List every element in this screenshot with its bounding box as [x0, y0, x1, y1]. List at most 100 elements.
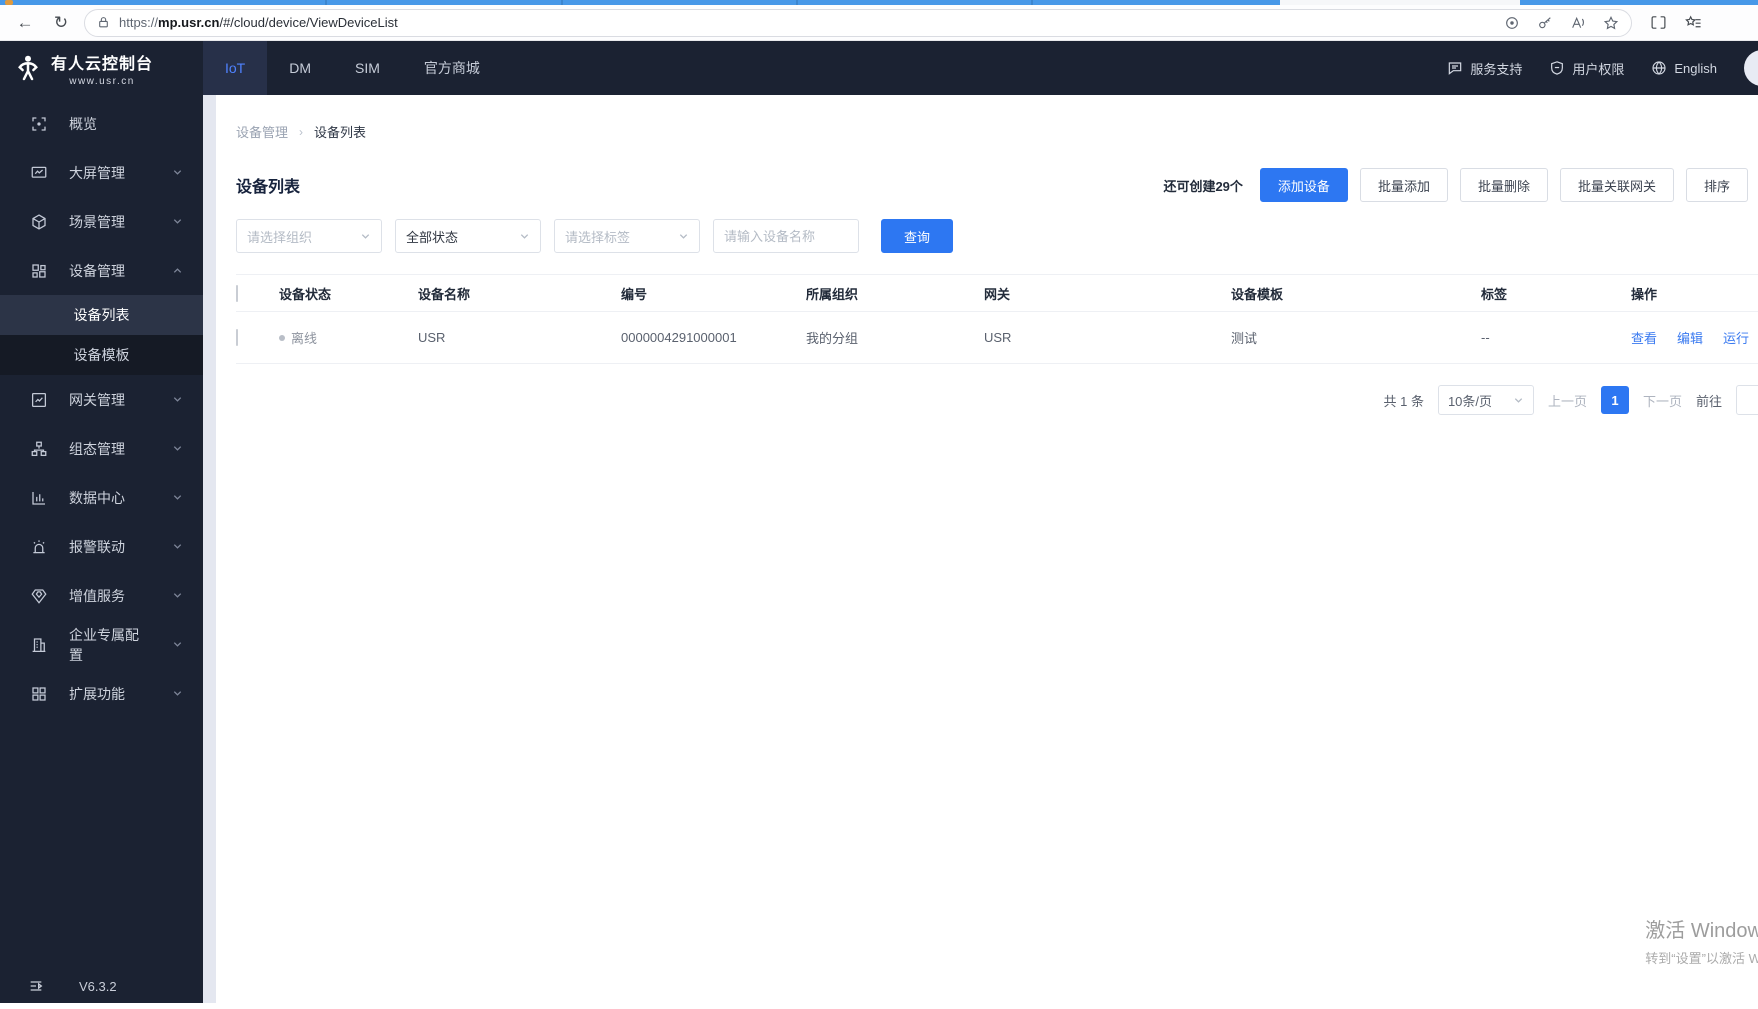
sidebar-item-scada[interactable]: 组态管理	[0, 424, 203, 473]
version-label: V6.3.2	[79, 978, 117, 994]
status-select[interactable]: 全部状态	[395, 219, 541, 253]
chevron-down-icon	[361, 233, 370, 239]
sidebar: 概览 大屏管理 场景管理 设备管理 设备列表 设备模板 网关管理 组态管理 数据…	[0, 95, 203, 1009]
language-switch[interactable]: English	[1651, 60, 1717, 76]
back-icon[interactable]: ←	[12, 10, 38, 36]
device-name-input[interactable]	[713, 219, 859, 253]
bigscreen-icon	[31, 166, 47, 178]
sidebar-item-enterprise[interactable]: 企业专属配置	[0, 620, 203, 669]
user-permissions[interactable]: 用户权限	[1549, 59, 1624, 78]
service-support[interactable]: 服务支持	[1447, 59, 1522, 78]
logo-title: 有人云控制台	[51, 55, 154, 73]
page-size-select[interactable]: 10条/页	[1437, 385, 1534, 415]
url-text: https://mp.usr.cn/#/cloud/device/ViewDev…	[119, 15, 398, 30]
datacenter-icon	[32, 491, 45, 505]
main-content: 设备管理 › 设备列表 设备列表 还可创建29个 添加设备 批量添加 批量删除 …	[216, 95, 1758, 1009]
extension-icon	[32, 686, 46, 701]
next-page-button[interactable]: 下一页	[1643, 391, 1682, 410]
batch-delete-button[interactable]: 批量删除	[1459, 168, 1548, 202]
sidebar-subitem-device-list[interactable]: 设备列表	[0, 295, 203, 335]
sidebar-item-overview[interactable]: 概览	[0, 99, 203, 148]
sidebar-item-gateway[interactable]: 网关管理	[0, 375, 203, 424]
actions-cell: 查看 编辑 运行	[1631, 328, 1758, 347]
table-header-row: 设备状态 设备名称 编号 所属组织 网关 设备模板 标签 操作	[236, 274, 1758, 312]
user-avatar[interactable]	[1744, 50, 1758, 86]
product-tabs: IoT DM SIM 官方商城	[203, 41, 502, 95]
collapse-menu-icon[interactable]	[28, 978, 44, 994]
chat-icon	[1449, 62, 1462, 75]
sidebar-item-alarm[interactable]: 报警联动	[0, 522, 203, 571]
device-table: 设备状态 设备名称 编号 所属组织 网关 设备模板 标签 操作 离线 USR 0…	[236, 274, 1758, 364]
read-aloud-icon[interactable]	[1570, 15, 1586, 31]
split-screen-icon[interactable]	[1650, 14, 1667, 31]
tab-sim[interactable]: SIM	[333, 41, 402, 95]
offline-dot-icon	[279, 334, 285, 341]
sidebar-item-datacenter[interactable]: 数据中心	[0, 473, 203, 522]
sidebar-item-extension[interactable]: 扩展功能	[0, 669, 203, 718]
device-quota-label: 还可创建29个	[1163, 178, 1243, 194]
chevron-down-icon	[173, 495, 182, 500]
chevron-up-icon	[173, 268, 182, 273]
prev-page-button[interactable]: 上一页	[1548, 391, 1587, 410]
run-link[interactable]: 运行	[1723, 328, 1749, 347]
org-select[interactable]: 请选择组织	[236, 219, 382, 253]
goto-page-input[interactable]	[1736, 385, 1758, 415]
sidebar-subitem-device-template[interactable]: 设备模板	[0, 335, 203, 375]
collections-icon[interactable]	[1685, 14, 1702, 31]
favorite-star-icon[interactable]	[1603, 15, 1619, 31]
select-all-checkbox[interactable]	[236, 284, 238, 302]
sidebar-item-scene[interactable]: 场景管理	[0, 197, 203, 246]
batch-link-gateway-button[interactable]: 批量关联网关	[1559, 168, 1674, 202]
chevron-down-icon	[173, 593, 182, 598]
geolocation-icon[interactable]	[1504, 15, 1520, 31]
shield-icon	[1551, 61, 1564, 75]
tag-select[interactable]: 请选择标签	[554, 219, 700, 253]
search-button[interactable]: 查询	[881, 219, 954, 253]
chevron-down-icon	[173, 446, 182, 451]
gateway-icon	[31, 392, 47, 407]
view-link[interactable]: 查看	[1631, 328, 1657, 347]
tab-mall[interactable]: 官方商城	[402, 41, 502, 95]
batch-add-button[interactable]: 批量添加	[1359, 168, 1448, 202]
goto-label: 前往	[1695, 393, 1722, 409]
table-row: 离线 USR 0000004291000001 我的分组 USR 测试 -- 查…	[236, 312, 1758, 364]
tab-iot[interactable]: IoT	[203, 41, 268, 95]
edit-link[interactable]: 编辑	[1677, 328, 1703, 347]
breadcrumb: 设备管理 › 设备列表	[236, 95, 1758, 141]
chevron-down-icon	[173, 544, 182, 549]
tab-dm[interactable]: DM	[267, 41, 333, 95]
chevron-down-icon	[173, 219, 182, 224]
windows-activation-watermark: 激活 Windows 转到“设置”以激活 W	[1645, 920, 1758, 966]
chevron-down-icon	[173, 397, 182, 402]
tab-favicon-dot	[5, 0, 13, 5]
sort-button[interactable]: 排序	[1685, 168, 1748, 202]
chevron-down-icon	[1514, 397, 1523, 403]
sidebar-item-vas[interactable]: 增值服务	[0, 571, 203, 620]
org-cell: 我的分组	[806, 331, 859, 346]
sidebar-item-bigscreen[interactable]: 大屏管理	[0, 148, 203, 197]
address-bar[interactable]: https://mp.usr.cn/#/cloud/device/ViewDev…	[84, 8, 1632, 37]
total-count-label: 共 1 条	[1383, 393, 1424, 409]
status-cell: 离线	[279, 328, 418, 347]
device-sn-cell: 0000004291000001	[621, 330, 737, 345]
logo-subtitle: www.usr.cn	[69, 75, 135, 87]
active-tab-gap	[1280, 0, 1520, 5]
password-key-icon[interactable]	[1537, 15, 1553, 31]
chevron-down-icon	[679, 233, 688, 239]
sidebar-item-device[interactable]: 设备管理	[0, 246, 203, 295]
add-device-button[interactable]: 添加设备	[1259, 168, 1348, 202]
page-number-1[interactable]: 1	[1600, 386, 1629, 414]
screen: ← ↻ https://mp.usr.cn/#/cloud/device/Vie…	[0, 0, 1758, 1009]
row-checkbox[interactable]	[236, 329, 238, 346]
alarm-icon	[33, 539, 45, 553]
logo[interactable]: 有人云控制台 www.usr.cn	[0, 41, 203, 95]
gateway-cell: USR	[984, 330, 1012, 345]
bottom-strip	[0, 1003, 1758, 1009]
chevron-down-icon	[173, 691, 182, 696]
breadcrumb-parent[interactable]: 设备管理	[236, 122, 288, 141]
chevron-down-icon	[173, 170, 182, 175]
browser-toolbar: ← ↻ https://mp.usr.cn/#/cloud/device/Vie…	[0, 5, 1758, 41]
refresh-icon[interactable]: ↻	[48, 10, 74, 36]
page-title: 设备列表	[236, 179, 301, 196]
enterprise-icon	[32, 637, 46, 652]
